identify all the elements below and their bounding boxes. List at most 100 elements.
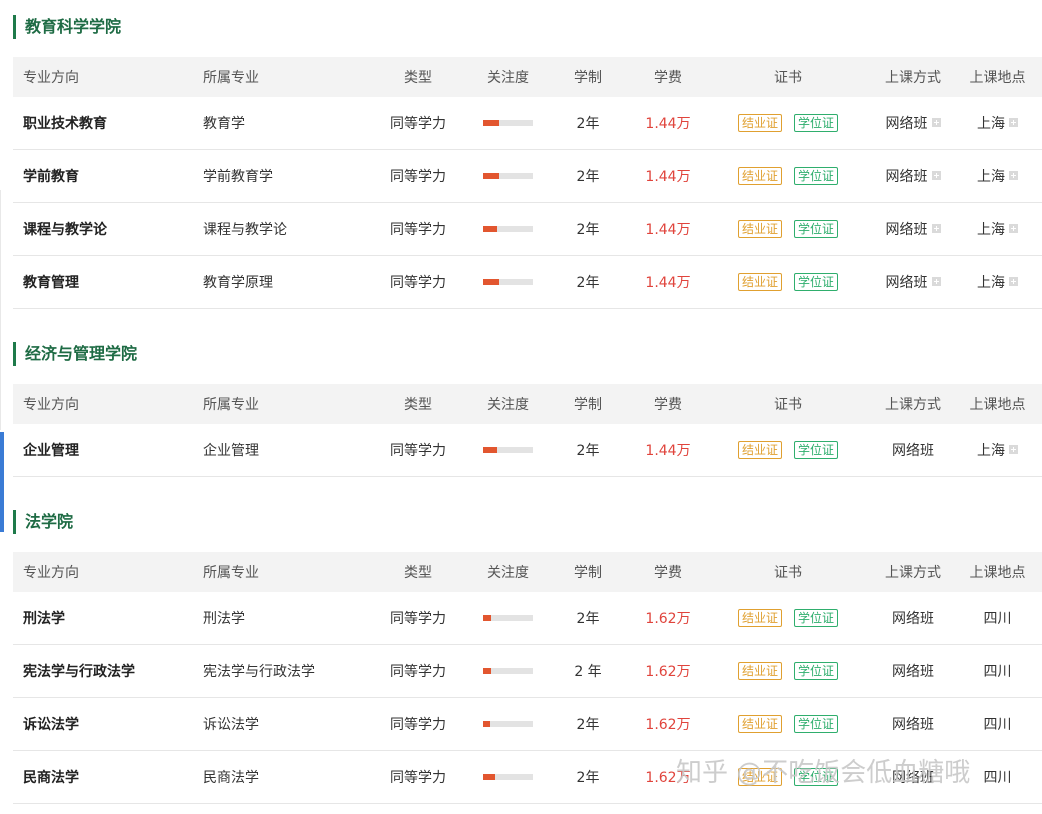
expand-plus-icon[interactable] (1009, 277, 1018, 286)
header-type: 类型 (404, 397, 432, 413)
mode-cell: 网络班 (873, 166, 953, 186)
header-duration: 学制 (574, 70, 602, 86)
attention-cell (473, 279, 543, 285)
direction-cell[interactable]: 民商法学 (13, 767, 203, 787)
table-header: 专业方向 所属专业 类型 关注度 学制 学费 证书 上课方式 上课地点 (13, 384, 1042, 424)
completion-cert-badge: 结业证 (737, 441, 782, 459)
watermark-text: 知乎 @不吃饭会低血糖哦 (676, 758, 971, 788)
mode-cell: 网络班 (892, 664, 934, 680)
table-row[interactable]: 课程与教学论 课程与教学论 同等学力 2年 1.44万 结业证 学位证 网络班 上… (13, 203, 1042, 256)
major-cell: 教育学原理 (203, 275, 273, 291)
attention-cell (473, 120, 543, 126)
section-title: 法学院 (13, 510, 1042, 534)
table-row[interactable]: 教育管理 教育学原理 同等学力 2年 1.44万 结业证 学位证 网络班 上海 (13, 256, 1042, 309)
fee-cell: 1.44万 (645, 116, 691, 132)
attention-bar (483, 173, 533, 179)
major-cell: 学前教育学 (203, 169, 273, 185)
table-row[interactable]: 刑法学 刑法学 同等学力 2年 1.62万 结业证 学位证 网络班 四川 (13, 592, 1042, 645)
header-direction: 专业方向 (23, 70, 79, 86)
direction-cell[interactable]: 刑法学 (13, 608, 203, 628)
program-table: 专业方向 所属专业 类型 关注度 学制 学费 证书 上课方式 上课地点 企业管理… (13, 384, 1042, 477)
header-duration: 学制 (574, 565, 602, 581)
header-attention: 关注度 (487, 565, 529, 581)
mode-cell: 网络班 (873, 440, 953, 460)
duration-cell: 2年 (576, 717, 600, 733)
direction-cell[interactable]: 企业管理 (13, 440, 203, 460)
header-major: 所属专业 (203, 565, 259, 581)
table-row[interactable]: 职业技术教育 教育学 同等学力 2年 1.44万 结业证 学位证 网络班 上海 (13, 97, 1042, 150)
location-cell: 上海 (953, 219, 1042, 239)
header-location: 上课地点 (969, 565, 1026, 581)
type-cell: 同等学力 (390, 611, 446, 627)
mode-label: 网络班 (885, 169, 928, 185)
header-certificate: 证书 (774, 565, 802, 581)
expand-plus-icon[interactable] (931, 224, 941, 233)
attention-bar (483, 120, 533, 126)
type-cell: 同等学力 (390, 222, 446, 238)
header-certificate: 证书 (774, 397, 802, 413)
expand-plus-icon[interactable] (931, 171, 941, 180)
certificate-cell: 结业证 学位证 (703, 273, 873, 291)
fee-cell: 1.44万 (645, 443, 691, 459)
degree-cert-badge: 学位证 (794, 441, 839, 459)
expand-plus-icon[interactable] (1009, 171, 1018, 180)
direction-cell[interactable]: 宪法学与行政法学 (13, 661, 203, 681)
attention-cell (473, 774, 543, 780)
location-cell: 上海 (953, 440, 1042, 460)
table-row[interactable]: 宪法学与行政法学 宪法学与行政法学 同等学力 2 年 1.62万 结业证 学位证 … (13, 645, 1042, 698)
major-cell: 宪法学与行政法学 (203, 664, 315, 680)
expand-plus-icon[interactable] (1009, 445, 1018, 454)
attention-cell (473, 721, 543, 727)
direction-cell[interactable]: 课程与教学论 (13, 219, 203, 239)
certificate-cell: 结业证 学位证 (703, 662, 873, 680)
table-row[interactable]: 企业管理 企业管理 同等学力 2年 1.44万 结业证 学位证 网络班 上海 (13, 424, 1042, 477)
direction-cell[interactable]: 学前教育 (13, 166, 203, 186)
certificate-cell: 结业证 学位证 (703, 167, 873, 185)
expand-plus-icon[interactable] (1009, 118, 1018, 127)
major-cell: 课程与教学论 (203, 222, 287, 238)
section-education: 教育科学学院 专业方向 所属专业 类型 关注度 学制 学费 证书 上课方式 上课… (13, 15, 1042, 309)
certificate-cell: 结业证 学位证 (703, 715, 873, 733)
expand-plus-icon[interactable] (1009, 224, 1018, 233)
major-cell: 教育学 (203, 116, 245, 132)
certificate-cell: 结业证 学位证 (703, 114, 873, 132)
location-cell: 四川 (983, 664, 1012, 680)
attention-cell (473, 668, 543, 674)
degree-cert-badge: 学位证 (794, 220, 839, 238)
major-cell: 企业管理 (203, 443, 259, 459)
location-cell: 上海 (953, 166, 1042, 186)
attention-bar (483, 279, 533, 285)
attention-bar (483, 721, 533, 727)
duration-cell: 2年 (576, 169, 600, 185)
fee-cell: 1.62万 (645, 717, 691, 733)
duration-cell: 2年 (576, 222, 600, 238)
table-row[interactable]: 诉讼法学 诉讼法学 同等学力 2年 1.62万 结业证 学位证 网络班 四川 (13, 698, 1042, 751)
duration-cell: 2年 (576, 611, 600, 627)
direction-cell[interactable]: 诉讼法学 (13, 714, 203, 734)
degree-cert-badge: 学位证 (794, 273, 839, 291)
direction-cell[interactable]: 职业技术教育 (13, 113, 203, 133)
type-cell: 同等学力 (390, 770, 446, 786)
duration-cell: 2 年 (574, 664, 602, 680)
attention-bar (483, 226, 533, 232)
attention-bar-fill (483, 226, 497, 232)
table-row[interactable]: 学前教育 学前教育学 同等学力 2年 1.44万 结业证 学位证 网络班 上海 (13, 150, 1042, 203)
attention-bar (483, 447, 533, 453)
location-label: 上海 (977, 275, 1005, 291)
duration-cell: 2年 (576, 116, 600, 132)
fee-cell: 1.44万 (645, 275, 691, 291)
scroll-indicator[interactable] (0, 432, 4, 532)
fee-cell: 1.62万 (645, 611, 691, 627)
header-mode: 上课方式 (885, 397, 941, 413)
table-header: 专业方向 所属专业 类型 关注度 学制 学费 证书 上课方式 上课地点 (13, 552, 1042, 592)
expand-plus-icon[interactable] (931, 118, 941, 127)
header-location: 上课地点 (969, 70, 1026, 86)
location-label: 上海 (977, 116, 1005, 132)
mode-cell: 网络班 (892, 717, 934, 733)
header-certificate: 证书 (774, 70, 802, 86)
major-cell: 民商法学 (203, 770, 259, 786)
direction-cell[interactable]: 教育管理 (13, 272, 203, 292)
expand-plus-icon[interactable] (931, 277, 941, 286)
fee-cell: 1.44万 (645, 222, 691, 238)
degree-cert-badge: 学位证 (794, 114, 839, 132)
